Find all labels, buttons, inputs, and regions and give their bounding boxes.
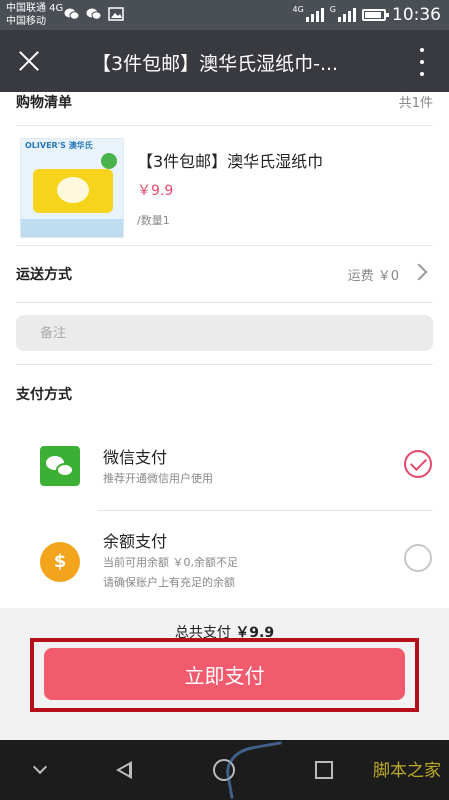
order-content: 购物清单 共1件 OLIVER'S 澳华氏 【3件包邮】澳华氏湿纸巾 ￥9.9 … bbox=[0, 92, 449, 740]
payment-method-title: 支付方式 bbox=[16, 387, 72, 403]
shopping-list-header: 购物清单 共1件 bbox=[16, 92, 433, 112]
divider bbox=[16, 125, 433, 126]
item-count: 共1件 bbox=[398, 96, 433, 111]
more-options-icon[interactable] bbox=[417, 48, 427, 76]
pay-now-button[interactable]: 立即支付 bbox=[44, 648, 405, 700]
divider bbox=[16, 364, 433, 365]
payment-footer: 总共支付 ￥9.9 立即支付 bbox=[0, 608, 449, 740]
navigation-bar: 脚本之家 bbox=[0, 740, 449, 800]
product-price: ￥9.9 bbox=[137, 183, 174, 199]
note-input[interactable] bbox=[16, 315, 433, 351]
payment-option-wechat[interactable]: 微信支付 推荐开通微信用户使用 bbox=[0, 422, 449, 510]
watermark-text: 脚本之家 bbox=[373, 761, 441, 781]
chevron-right-icon bbox=[410, 263, 428, 281]
watermark-logo bbox=[222, 741, 290, 799]
coin-icon: $ bbox=[40, 542, 80, 582]
shipping-method-row[interactable]: 运送方式 运费 ￥0 bbox=[16, 246, 433, 302]
payment-option-name: 余额支付 bbox=[103, 532, 168, 551]
product-name: 【3件包邮】澳华氏湿纸巾 bbox=[137, 152, 324, 171]
payment-option-balance[interactable]: $ 余额支付 当前可用余额 ￥0,余额不足 请确保账户上有充足的余额 bbox=[0, 512, 449, 608]
payment-option-desc: 请确保账户上有充足的余额 bbox=[103, 576, 235, 589]
product-badge bbox=[101, 153, 117, 169]
product-image-brand: OLIVER'S 澳华氏 bbox=[25, 141, 93, 150]
wipes-pack bbox=[33, 169, 113, 213]
title-bar: 【3件包邮】澳华氏湿纸巾-... bbox=[0, 30, 449, 92]
divider bbox=[98, 510, 433, 511]
shipping-fee: 运费 ￥0 bbox=[347, 269, 399, 284]
chevron-down-icon[interactable] bbox=[24, 754, 56, 786]
wechat-pay-icon bbox=[40, 446, 80, 486]
recent-apps-icon[interactable] bbox=[308, 754, 340, 786]
shipping-label: 运送方式 bbox=[16, 267, 72, 283]
divider bbox=[16, 302, 433, 303]
wechat-icon bbox=[64, 8, 80, 20]
close-icon[interactable] bbox=[12, 44, 46, 78]
wechat-icon bbox=[86, 8, 102, 20]
shopping-list-title: 购物清单 bbox=[16, 95, 72, 111]
status-right: 4G G 10:36 bbox=[293, 5, 442, 25]
payment-option-desc: 当前可用余额 ￥0,余额不足 bbox=[103, 556, 238, 569]
radio-unchecked-icon[interactable] bbox=[404, 544, 432, 572]
radio-checked-icon[interactable] bbox=[404, 450, 432, 478]
notification-icons bbox=[64, 7, 124, 21]
carrier-info: 中国联通 4G 中国移动 bbox=[6, 2, 63, 28]
carrier-secondary: 中国移动 bbox=[6, 16, 46, 27]
page-title: 【3件包邮】澳华氏湿纸巾-... bbox=[92, 53, 339, 75]
clock: 10:36 bbox=[392, 5, 441, 25]
product-item[interactable]: OLIVER'S 澳华氏 【3件包邮】澳华氏湿纸巾 ￥9.9 /数量1 bbox=[0, 132, 449, 246]
product-quantity: /数量1 bbox=[137, 214, 170, 227]
signal-icon bbox=[338, 8, 356, 22]
image-icon bbox=[108, 7, 124, 21]
payment-option-name: 微信支付 bbox=[103, 448, 168, 467]
battery-icon bbox=[362, 9, 389, 21]
image-stripe bbox=[21, 219, 123, 237]
network-type: 4G bbox=[292, 5, 304, 14]
status-bar: 中国联通 4G 中国移动 4G G 10:36 bbox=[0, 0, 449, 30]
network-type-2: G bbox=[329, 5, 336, 14]
payment-option-desc: 推荐开通微信用户使用 bbox=[103, 472, 213, 485]
back-icon[interactable] bbox=[108, 754, 140, 786]
signal-icon bbox=[305, 8, 324, 22]
carrier-primary: 中国联通 4G bbox=[6, 3, 64, 14]
product-image: OLIVER'S 澳华氏 bbox=[20, 138, 124, 238]
